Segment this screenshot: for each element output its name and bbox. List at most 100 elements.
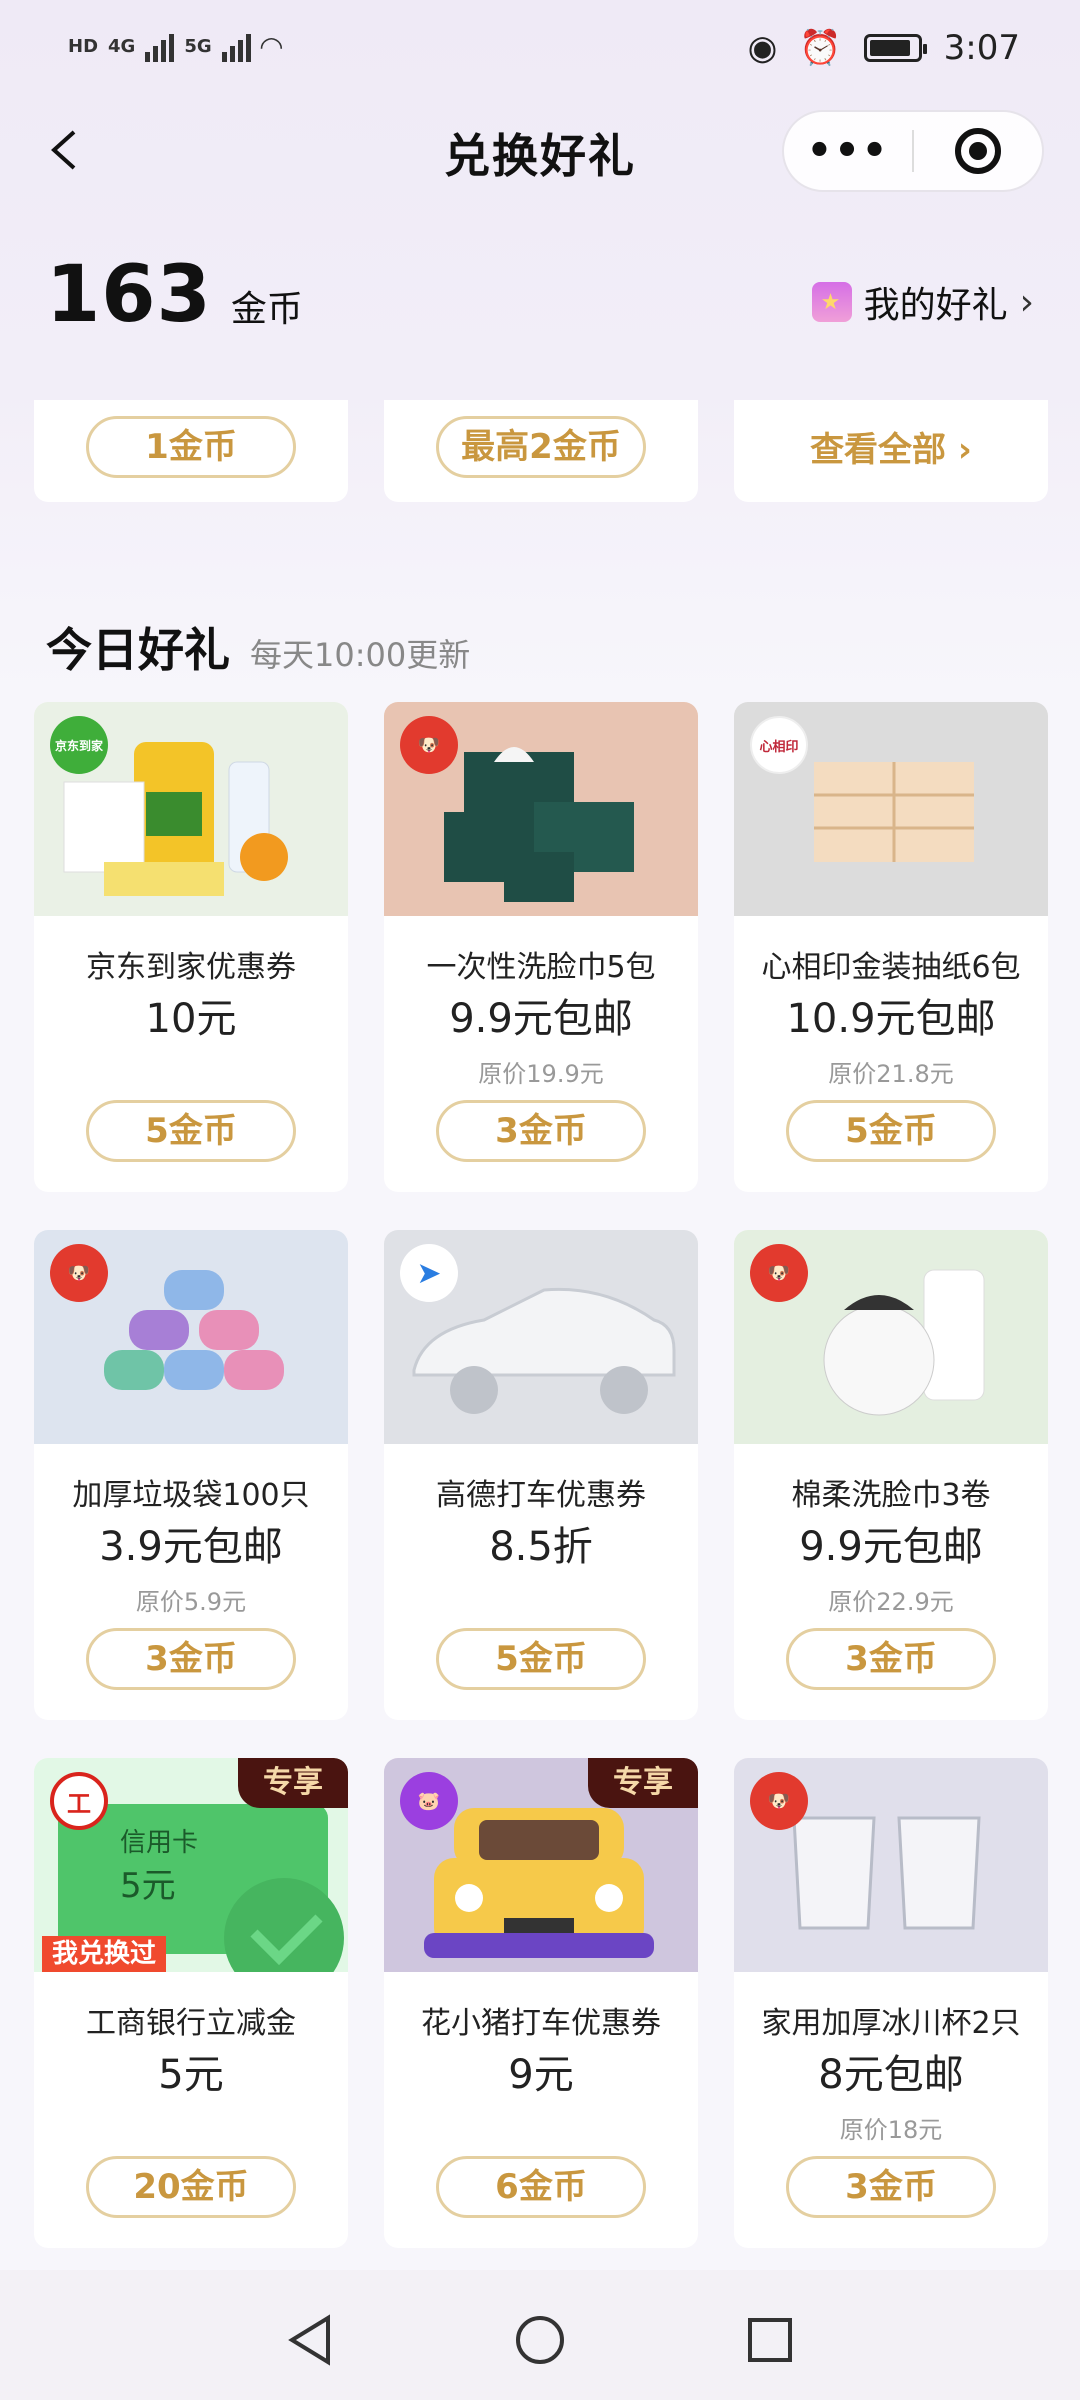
eye-icon: ◉ (747, 28, 778, 68)
huaxiaozhu-logo: 🐷 (400, 1772, 458, 1830)
gift-price: 9元 (508, 2052, 574, 2098)
product-image: ➤ (384, 1230, 698, 1444)
gift-card[interactable]: 🐶 加厚垃圾袋100只 3.9元包邮 原价5.9元 3金币 (34, 1230, 348, 1720)
xinxiangyin-logo: 心相印 (750, 716, 808, 774)
see-all-label: 查看全部 (810, 430, 947, 470)
icbc-logo: 工 (50, 1772, 108, 1830)
coin-price-button[interactable]: 5金币 (86, 1100, 296, 1162)
gift-card[interactable]: 心相印 心相印金装抽纸6包 10.9元包邮 原价21.8元 5金币 (734, 702, 1048, 1192)
product-image: 心相印 (734, 702, 1048, 916)
chevron-right-icon: › (946, 430, 972, 470)
gift-name: 花小猪打车优惠券 (421, 2006, 661, 2041)
system-nav-bar (0, 2270, 1080, 2400)
gift-name: 一次性洗脸巾5包 (426, 950, 656, 985)
coin-price-button[interactable]: 3金币 (436, 1100, 646, 1162)
product-image: 🐶 (384, 702, 698, 916)
system-indicators: ◉ ⏰ 3:07 (748, 28, 1020, 68)
gift-card[interactable]: 🐶 棉柔洗脸巾3卷 9.9元包邮 原价22.9元 3金币 (734, 1230, 1048, 1720)
nav-bar: 兑换好礼 ••• (0, 100, 1080, 200)
card-type-label: 信用卡 (120, 1828, 199, 1858)
gift-name: 棉柔洗脸巾3卷 (791, 1478, 991, 1513)
original-price: 原价5.9元 (135, 1588, 247, 1616)
exclusive-badge: 专享 (588, 1758, 698, 1808)
gift-price: 8.5折 (489, 1524, 593, 1570)
gift-name: 京东到家优惠券 (86, 950, 296, 985)
jd-logo: 🐶 (50, 1244, 108, 1302)
network-indicators: HD 4G 5G ◠ (68, 30, 282, 63)
signal-icon-2 (221, 32, 251, 62)
network-5g: 5G (184, 36, 212, 57)
gift-name: 心相印金装抽纸6包 (761, 950, 1021, 985)
top-card-1[interactable]: 1金币 (34, 400, 348, 502)
original-price: 原价18元 (839, 2116, 943, 2144)
product-image: 🐷 专享 (384, 1758, 698, 1972)
jd-daojia-logo: 京东到家 (50, 716, 108, 774)
jd-logo: 🐶 (750, 1772, 808, 1830)
more-menu-button[interactable]: ••• (784, 116, 912, 186)
target-icon (955, 128, 1001, 174)
recents-square-icon[interactable] (740, 2310, 800, 2370)
miniapp-capsule: ••• (782, 110, 1044, 192)
coin-price-button[interactable]: 6金币 (436, 2156, 646, 2218)
gift-price: 10元 (145, 996, 237, 1042)
gift-card[interactable]: 🐶 家用加厚冰川杯2只 8元包邮 原价18元 3金币 (734, 1758, 1048, 2248)
gift-price: 9.9元包邮 (799, 1524, 983, 1570)
close-miniapp-button[interactable] (914, 128, 1042, 174)
coin-price-button[interactable]: 3金币 (786, 2156, 996, 2218)
product-image: 🐶 (734, 1758, 1048, 1972)
home-circle-icon[interactable] (510, 2310, 570, 2370)
gift-calendar-icon (811, 282, 852, 322)
hd-icon: HD (68, 36, 99, 57)
coin-unit: 金币 (230, 289, 303, 330)
original-price: 原价21.8元 (828, 1060, 954, 1088)
product-image: 京东到家 (34, 702, 348, 916)
battery-icon (863, 34, 927, 62)
previous-row: 1金币 最高2金币 查看全部 › (34, 400, 1048, 502)
my-gifts-label: 我的好礼 (863, 285, 1008, 326)
coin-price-button[interactable]: 1金币 (86, 416, 296, 478)
section-subtitle: 每天10:00更新 (250, 636, 471, 674)
gift-price: 3.9元包邮 (99, 1524, 283, 1570)
product-image: 🐶 (34, 1230, 348, 1444)
gift-price: 5元 (158, 2052, 224, 2098)
see-all-link[interactable]: 查看全部 › (734, 422, 1048, 471)
coin-price-button[interactable]: 3金币 (86, 1628, 296, 1690)
gift-name: 家用加厚冰川杯2只 (761, 2006, 1021, 2041)
card-value-label: 5元 (120, 1866, 176, 1906)
gift-price: 9.9元包邮 (449, 996, 633, 1042)
alarm-icon: ⏰ (799, 28, 842, 68)
exchanged-badge: 我兑换过 (42, 1936, 167, 1972)
status-bar: HD 4G 5G ◠ ◉ ⏰ 3:07 (0, 0, 1080, 100)
coin-price-button[interactable]: 最高2金币 (436, 416, 646, 478)
gift-card[interactable]: 🐷 专享 花小猪打车优惠券 9元 6金币 (384, 1758, 698, 2248)
coin-price-button[interactable]: 3金币 (786, 1628, 996, 1690)
original-price: 原价19.9元 (478, 1060, 604, 1088)
product-image: 🐶 (734, 1230, 1048, 1444)
gift-card[interactable]: 工 信用卡 5元 专享 我兑换过 工商银行立减金 5元 20金币 (34, 1758, 348, 2248)
coin-balance: 163 金币 我的好礼 › (46, 250, 1034, 340)
exclusive-badge: 专享 (238, 1758, 348, 1808)
signal-icon (145, 32, 175, 62)
gift-price: 8元包邮 (818, 2052, 964, 2098)
coin-price-button[interactable]: 5金币 (786, 1100, 996, 1162)
back-triangle-icon[interactable] (280, 2310, 340, 2370)
top-card-2[interactable]: 最高2金币 (384, 400, 698, 502)
coin-price-button[interactable]: 20金币 (86, 2156, 296, 2218)
amap-logo: ➤ (400, 1244, 458, 1302)
top-card-3[interactable]: 查看全部 › (734, 400, 1048, 502)
product-image: 工 信用卡 5元 专享 我兑换过 (34, 1758, 348, 1998)
jd-logo: 🐶 (750, 1244, 808, 1302)
gift-price: 10.9元包邮 (786, 996, 996, 1042)
network-4g: 4G (108, 36, 136, 57)
gift-card[interactable]: 🐶 一次性洗脸巾5包 9.9元包邮 原价19.9元 3金币 (384, 702, 698, 1192)
jd-logo: 🐶 (400, 716, 458, 774)
my-gifts-link[interactable]: 我的好礼 › (811, 276, 1034, 328)
wifi-icon: ◠ (260, 30, 283, 63)
gift-card[interactable]: ➤ 高德打车优惠券 8.5折 5金币 (384, 1230, 698, 1720)
coin-price-button[interactable]: 5金币 (436, 1628, 646, 1690)
gift-name: 工商银行立减金 (86, 2006, 296, 2041)
chevron-right-icon: › (1019, 281, 1034, 323)
coin-count: 163 (46, 250, 212, 340)
gift-name: 高德打车优惠券 (436, 1478, 646, 1513)
gift-card[interactable]: 京东到家 京东到家优惠券 10元 5金币 (34, 702, 348, 1192)
